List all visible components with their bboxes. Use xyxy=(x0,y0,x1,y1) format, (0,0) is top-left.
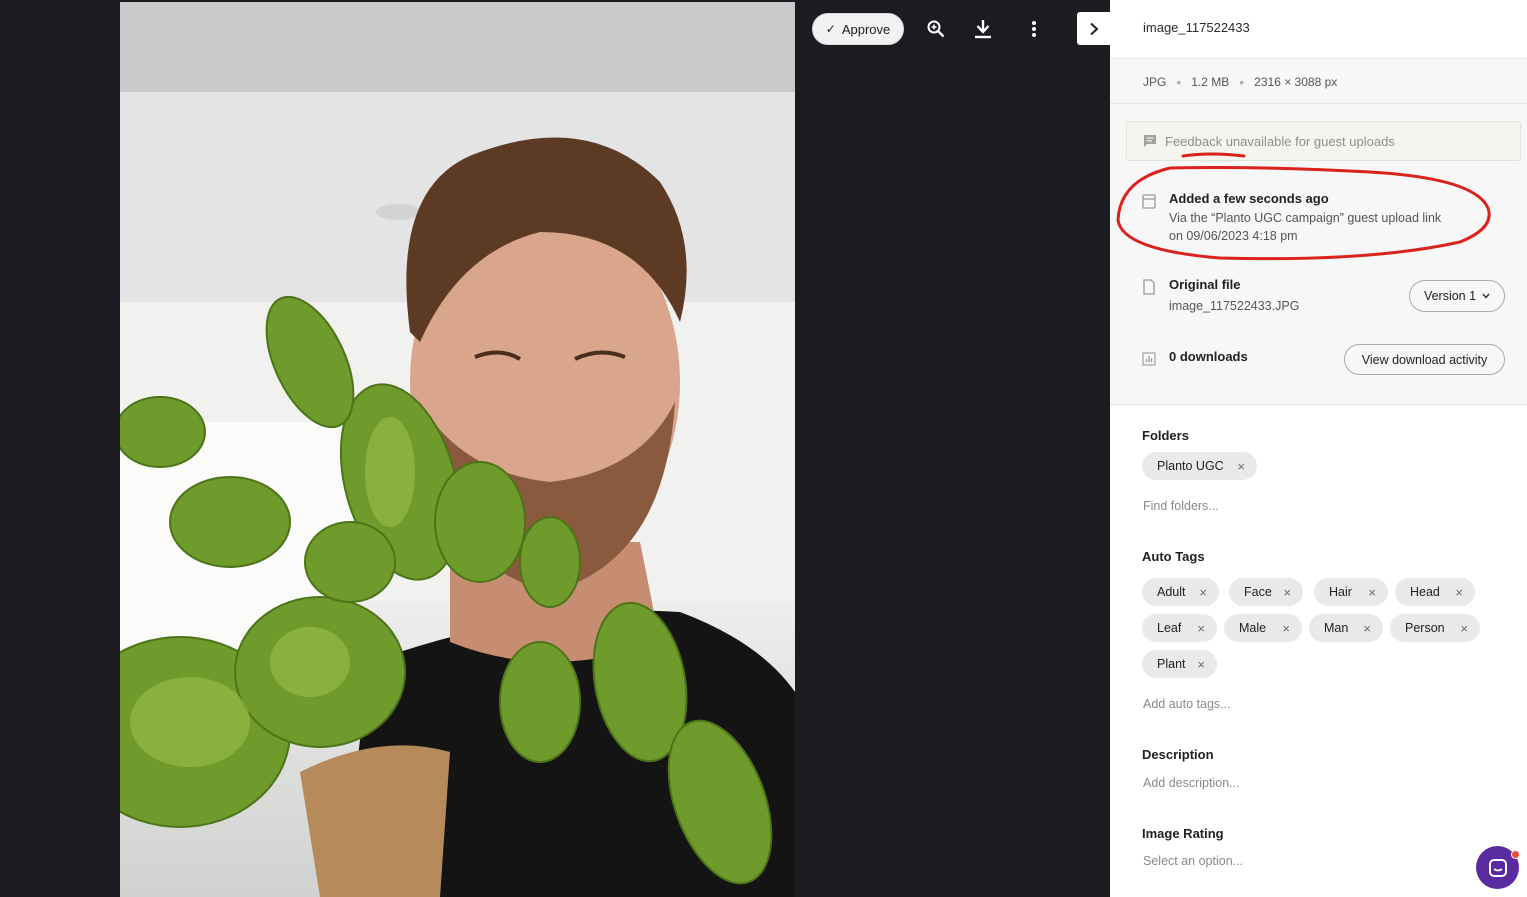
feedback-notice-text: Feedback unavailable for guest uploads xyxy=(1165,133,1395,149)
auto-tag-label: Face xyxy=(1244,585,1272,599)
file-format: JPG xyxy=(1143,75,1167,89)
file-name-title: image_117522433 xyxy=(1143,20,1250,35)
auto-tag-chip[interactable]: Head × xyxy=(1395,578,1475,606)
calendar-icon xyxy=(1142,194,1156,209)
notification-dot xyxy=(1511,850,1520,859)
remove-icon[interactable]: × xyxy=(1460,621,1468,636)
remove-icon[interactable]: × xyxy=(1283,585,1291,600)
bar-chart-icon xyxy=(1142,352,1156,366)
auto-tag-chip[interactable]: Male × xyxy=(1224,614,1302,642)
approve-label: Approve xyxy=(841,21,891,37)
remove-icon[interactable]: × xyxy=(1237,459,1245,474)
more-vertical-icon[interactable] xyxy=(1021,16,1047,42)
folder-chip[interactable]: Planto UGC × xyxy=(1142,452,1257,480)
remove-icon[interactable]: × xyxy=(1363,621,1371,636)
remove-icon[interactable]: × xyxy=(1455,585,1463,600)
divider xyxy=(1110,103,1527,104)
downloads-info: 0 downloads xyxy=(1142,349,1248,367)
remove-icon[interactable]: × xyxy=(1282,621,1290,636)
auto-tag-chip[interactable]: Person × xyxy=(1390,614,1480,642)
approve-button[interactable]: ✓ Approve xyxy=(812,13,904,45)
auto-tag-label: Plant xyxy=(1157,657,1186,671)
added-date: on 09/06/2023 4:18 pm xyxy=(1169,229,1298,243)
version-label: Version 1 xyxy=(1423,289,1477,303)
separator-dot: • xyxy=(1239,74,1245,90)
image-rating-title: Image Rating xyxy=(1142,826,1224,841)
panel-header: image_117522433 xyxy=(1110,0,1527,59)
view-download-activity-button[interactable]: View download activity xyxy=(1344,344,1505,375)
separator-dot: • xyxy=(1176,74,1182,90)
remove-icon[interactable]: × xyxy=(1197,657,1205,672)
remove-icon[interactable]: × xyxy=(1199,585,1207,600)
chat-icon xyxy=(1488,858,1507,877)
description-title: Description xyxy=(1142,747,1214,762)
auto-tag-label: Head xyxy=(1410,585,1440,599)
auto-tag-chip[interactable]: Adult × xyxy=(1142,578,1219,606)
auto-tag-label: Person xyxy=(1405,621,1445,635)
comment-icon xyxy=(1144,135,1156,147)
auto-tag-label: Male xyxy=(1239,621,1267,635)
added-source: Via the “Planto UGC campaign” guest uplo… xyxy=(1169,211,1442,225)
viewer-toolbar: ✓ Approve xyxy=(812,13,904,45)
file-size: 1.2 MB xyxy=(1191,75,1230,89)
asset-preview-image[interactable] xyxy=(120,2,795,897)
file-meta-line: JPG • 1.2 MB • 2316 × 3088 px xyxy=(1143,74,1337,90)
file-meta-section: JPG • 1.2 MB • 2316 × 3088 px Feedback u… xyxy=(1110,59,1527,405)
add-auto-tags-input[interactable] xyxy=(1143,697,1483,711)
downloads-count: 0 downloads xyxy=(1169,349,1248,364)
find-folders-input[interactable] xyxy=(1143,499,1483,513)
version-select[interactable]: Version 1 xyxy=(1409,280,1505,312)
chevron-down-icon xyxy=(1482,293,1490,299)
remove-icon[interactable]: × xyxy=(1197,621,1205,636)
file-icon xyxy=(1143,279,1155,295)
collapse-panel-button[interactable] xyxy=(1077,12,1111,45)
feedback-notice: Feedback unavailable for guest uploads xyxy=(1126,121,1521,161)
auto-tag-label: Adult xyxy=(1157,585,1186,599)
auto-tag-label: Man xyxy=(1324,621,1349,635)
folders-title: Folders xyxy=(1142,428,1189,443)
asset-details-panel: image_117522433 JPG • 1.2 MB • 2316 × 30… xyxy=(1110,0,1527,897)
folder-chip-label: Planto UGC xyxy=(1157,459,1224,473)
auto-tags-title: Auto Tags xyxy=(1142,549,1205,564)
added-info: Added a few seconds ago Via the “Planto … xyxy=(1142,191,1441,245)
original-file-name: image_117522433.JPG xyxy=(1169,299,1300,313)
remove-icon[interactable]: × xyxy=(1368,585,1376,600)
auto-tag-chip[interactable]: Hair × xyxy=(1314,578,1388,606)
added-title: Added a few seconds ago xyxy=(1169,191,1329,206)
description-input[interactable] xyxy=(1143,776,1483,790)
auto-tag-chip[interactable]: Man × xyxy=(1309,614,1383,642)
auto-tag-chip[interactable]: Plant × xyxy=(1142,650,1217,678)
image-viewer: ✓ Approve xyxy=(0,0,1111,897)
original-file-info: Original file image_117522433.JPG xyxy=(1142,277,1299,315)
auto-tag-chip[interactable]: Face × xyxy=(1229,578,1303,606)
chevron-right-icon xyxy=(1090,22,1099,35)
image-rating-select[interactable] xyxy=(1143,854,1483,868)
auto-tag-chip[interactable]: Leaf × xyxy=(1142,614,1217,642)
check-icon: ✓ xyxy=(825,22,836,36)
download-icon[interactable] xyxy=(970,16,996,42)
auto-tag-label: Hair xyxy=(1329,585,1352,599)
file-dimensions: 2316 × 3088 px xyxy=(1254,75,1338,89)
original-file-title: Original file xyxy=(1169,277,1241,292)
auto-tag-label: Leaf xyxy=(1157,621,1182,635)
zoom-in-icon[interactable] xyxy=(923,16,949,42)
